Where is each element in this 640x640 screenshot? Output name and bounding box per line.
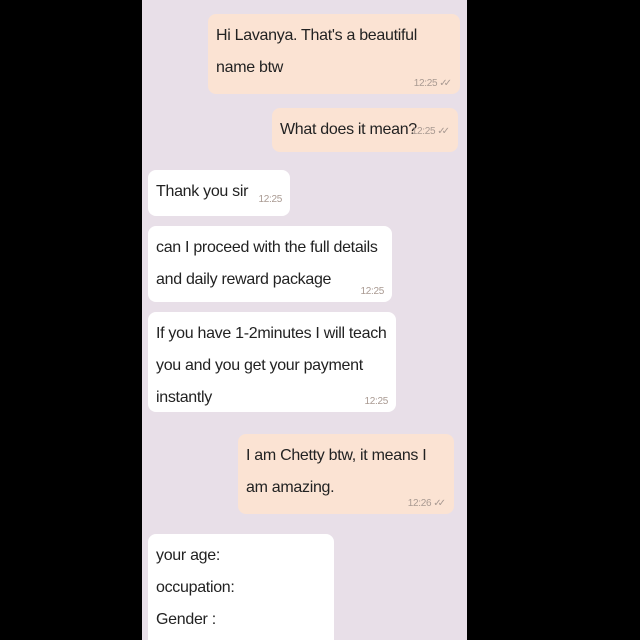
chat-view: Hi Lavanya. That's a beautiful name btw … [142,0,467,640]
double-check-icon: ✓✓ [439,78,452,89]
message-bubble-incoming[interactable]: your age: occupation: Gender : [148,534,334,640]
double-check-icon: ✓✓ [433,498,446,509]
message-meta: 12:25 [364,396,388,408]
message-bubble-incoming[interactable]: Thank you sir 12:25 [148,170,290,216]
message-bubble-outgoing[interactable]: Hi Lavanya. That's a beautiful name btw … [208,14,460,94]
message-meta: 12:25 ✓✓ [414,78,452,90]
message-meta: 12:25 [360,286,384,298]
message-text: If you have 1-2minutes I will teach you … [156,325,387,406]
message-meta: 12:25 ✓✓ [412,126,450,138]
message-text: can I proceed with the full details and … [156,239,378,288]
message-time: 12:25 [413,78,438,89]
message-bubble-incoming[interactable]: If you have 1-2minutes I will teach you … [148,312,396,412]
message-meta: 12:26 ✓✓ [408,498,446,510]
message-bubble-outgoing[interactable]: What does it mean? 12:25 ✓✓ [272,108,458,152]
message-time: 12:25 [258,194,282,205]
message-meta: 12:25 [258,194,282,206]
message-bubble-outgoing[interactable]: I am Chetty btw, it means I am amazing. … [238,434,454,514]
double-check-icon: ✓✓ [437,126,450,137]
message-text: I am Chetty btw, it means I am amazing. [246,447,427,496]
message-text: Hi Lavanya. That's a beautiful name btw [216,27,418,76]
message-bubble-incoming[interactable]: can I proceed with the full details and … [148,226,392,302]
message-time: 12:25 [360,286,384,297]
message-text: your age: occupation: Gender : [156,547,235,628]
message-time: 12:25 [411,126,436,137]
message-time: 12:26 [407,498,432,509]
message-time: 12:25 [364,396,388,407]
